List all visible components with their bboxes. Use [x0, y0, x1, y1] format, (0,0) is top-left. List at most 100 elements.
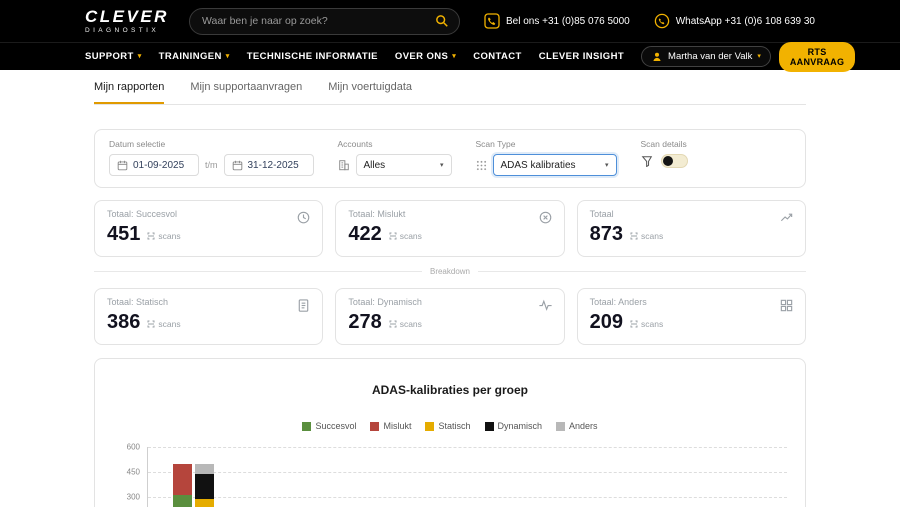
whatsapp-label: WhatsApp +31 (0)6 108 639 30	[676, 16, 815, 27]
breakdown-divider: Breakdown	[94, 267, 806, 276]
breakdown-label: Breakdown	[430, 267, 470, 276]
accounts-select[interactable]: Alles ▾	[356, 154, 452, 176]
bar-group	[422, 447, 513, 507]
chart-plot-area	[147, 447, 787, 507]
whatsapp-contact[interactable]: WhatsApp +31 (0)6 108 639 30	[654, 13, 815, 29]
stat-value: 278	[348, 311, 381, 334]
accounts-selected-value: Alles	[364, 160, 386, 171]
whatsapp-icon	[654, 13, 670, 29]
scan-details-label: Scan details	[641, 139, 688, 149]
chevron-down-icon: ▾	[757, 53, 761, 60]
stat-label: Totaal: Dynamisch	[348, 297, 551, 307]
date-to-input[interactable]	[248, 160, 306, 171]
nav-label: TECHNISCHE INFORMATIE	[247, 51, 378, 62]
chart-bars	[148, 447, 787, 507]
scan-grid-icon	[476, 160, 487, 171]
legend-label: Succesvol	[315, 421, 356, 431]
chart-y-axis: 600 450 300 150 0	[113, 447, 147, 507]
scan-frame-icon	[389, 320, 397, 328]
calendar-icon	[232, 160, 243, 171]
tab-mijn-voertuigdata[interactable]: Mijn voertuigdata	[328, 81, 412, 104]
stat-label: Totaal: Anders	[590, 297, 793, 307]
scan-type-filter-label: Scan Type	[476, 139, 617, 149]
nav-item-clever-insight[interactable]: CLEVER INSIGHT	[539, 51, 624, 62]
scan-type-select[interactable]: ADAS kalibraties ▾	[493, 154, 617, 176]
chart-card: ADAS-kalibraties per groep SuccesvolMisl…	[94, 358, 806, 507]
chevron-down-icon: ▾	[452, 53, 456, 60]
stat-label: Totaal	[590, 209, 793, 219]
date-to-field[interactable]	[224, 154, 314, 176]
legend-swatch	[370, 422, 379, 431]
stats-row-2: Totaal: Statisch 386 scans Totaal: Dynam…	[94, 288, 806, 345]
logo-title: CLEVER	[85, 8, 169, 25]
stat-value: 873	[590, 223, 623, 246]
date-from-input[interactable]	[133, 160, 191, 171]
bar-group	[148, 447, 239, 507]
nav-item-over-ons[interactable]: OVER ONS ▾	[395, 51, 456, 62]
stacked-bar-type[interactable]	[195, 464, 214, 507]
legend-swatch	[556, 422, 565, 431]
page-content: Mijn rapporten Mijn supportaanvragen Mij…	[94, 70, 806, 507]
search-bar[interactable]	[189, 8, 460, 35]
nav-item-trainingen[interactable]: TRAININGEN ▾	[159, 51, 230, 62]
bar-group	[604, 447, 695, 507]
rts-aanvraag-button[interactable]: RTS AANVRAAG	[779, 42, 855, 72]
calendar-icon	[117, 160, 128, 171]
scan-type-filter: Scan Type ADAS kalibraties ▾	[476, 139, 617, 176]
legend-item: Dynamisch	[485, 421, 543, 431]
stat-unit: scans	[630, 319, 663, 329]
bar-segment-dynamisch[interactable]	[195, 474, 214, 499]
scan-details-filter: Scan details	[641, 139, 688, 168]
bar-group	[331, 447, 422, 507]
bar-segment-statisch[interactable]	[195, 499, 214, 507]
scan-type-selected-value: ADAS kalibraties	[501, 160, 576, 171]
scan-frame-icon	[147, 320, 155, 328]
stat-value: 386	[107, 311, 140, 334]
stat-unit: scans	[389, 319, 422, 329]
accounts-filter: Accounts Alles ▾	[338, 139, 452, 176]
search-icon[interactable]	[435, 14, 449, 28]
phone-label: Bel ons +31 (0)85 076 5000	[506, 16, 630, 27]
stat-card-succesvol: Totaal: Succesvol 451 scans	[94, 200, 323, 257]
bar-group	[696, 447, 787, 507]
stat-card-anders: Totaal: Anders 209 scans	[577, 288, 806, 345]
stat-unit: scans	[147, 231, 180, 241]
toggle-knob	[663, 156, 673, 166]
bar-group	[513, 447, 604, 507]
legend-item: Anders	[556, 421, 598, 431]
main-nav: SUPPORT ▾ TRAININGEN ▾ TECHNISCHE INFORM…	[0, 42, 900, 70]
stat-value: 209	[590, 311, 623, 334]
legend-label: Statisch	[438, 421, 470, 431]
stat-unit: scans	[630, 231, 663, 241]
chart-area: 600 450 300 150 0	[113, 447, 787, 507]
user-name: Martha van der Valk	[668, 51, 752, 62]
legend-item: Statisch	[425, 421, 470, 431]
phone-contact[interactable]: Bel ons +31 (0)85 076 5000	[484, 13, 630, 29]
tab-mijn-supportaanvragen[interactable]: Mijn supportaanvragen	[190, 81, 302, 104]
building-icon	[338, 159, 350, 171]
legend-label: Anders	[569, 421, 598, 431]
stat-card-mislukt: Totaal: Mislukt 422 scans	[335, 200, 564, 257]
legend-item: Succesvol	[302, 421, 356, 431]
legend-item: Mislukt	[370, 421, 411, 431]
stat-unit: scans	[389, 231, 422, 241]
stat-label: Totaal: Mislukt	[348, 209, 551, 219]
nav-item-contact[interactable]: CONTACT	[473, 51, 522, 62]
search-input[interactable]	[202, 15, 435, 27]
logo[interactable]: CLEVER DIAGNOSTIX	[85, 8, 169, 35]
nav-item-support[interactable]: SUPPORT ▾	[85, 51, 142, 62]
stacked-bar-status[interactable]	[173, 464, 192, 507]
scan-details-toggle[interactable]	[661, 154, 688, 168]
document-icon	[296, 298, 311, 313]
nav-item-technische-informatie[interactable]: TECHNISCHE INFORMATIE	[247, 51, 378, 62]
bar-segment-succesvol[interactable]	[173, 495, 192, 507]
bar-segment-anders[interactable]	[195, 464, 214, 474]
stat-label: Totaal: Statisch	[107, 297, 310, 307]
activity-icon	[538, 298, 553, 313]
bar-segment-mislukt[interactable]	[173, 464, 192, 496]
stat-unit: scans	[147, 319, 180, 329]
user-menu[interactable]: Martha van der Valk ▾	[641, 46, 771, 67]
date-from-field[interactable]	[109, 154, 199, 176]
tab-mijn-rapporten[interactable]: Mijn rapporten	[94, 81, 164, 104]
nav-right: Martha van der Valk ▾ RTS AANVRAAG	[641, 42, 855, 72]
